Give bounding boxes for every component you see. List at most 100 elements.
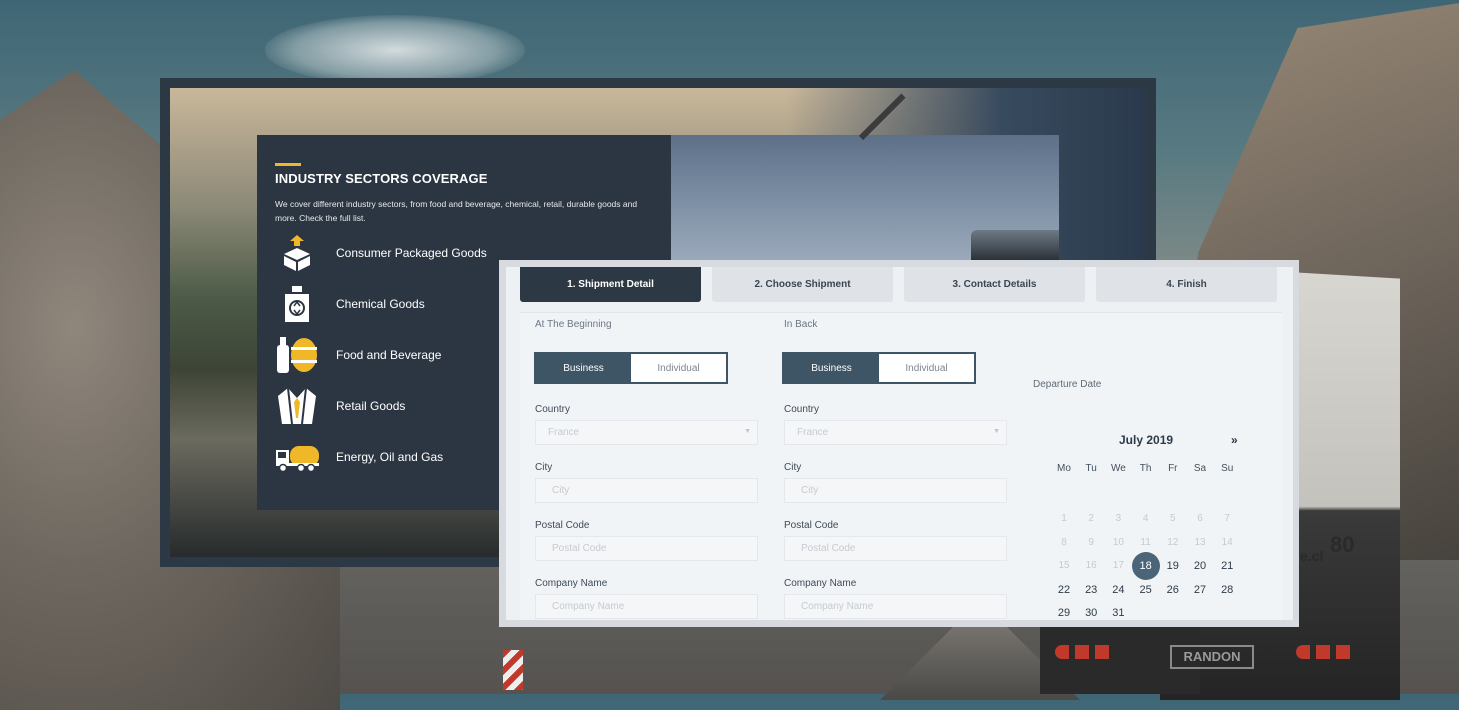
calendar-day[interactable]: 27 bbox=[1186, 580, 1214, 600]
calendar-weekday: Mo bbox=[1057, 463, 1071, 474]
shipment-form: 1. Shipment Detail 2. Choose Shipment 3.… bbox=[506, 267, 1293, 620]
calendar-day[interactable]: 23 bbox=[1077, 580, 1105, 600]
calendar-day[interactable]: 30 bbox=[1077, 603, 1105, 620]
origin-title: At The Beginning bbox=[535, 319, 612, 330]
calendar-day: 8 bbox=[1061, 536, 1067, 548]
truck-plate: RANDON bbox=[1170, 645, 1254, 669]
calendar-day: 11 bbox=[1140, 536, 1151, 548]
postal-code-label: Postal Code bbox=[784, 520, 839, 531]
calendar-weekday: Su bbox=[1221, 463, 1234, 474]
sector-item-food[interactable]: Food and Beverage bbox=[275, 335, 441, 375]
shirt-tie-icon bbox=[275, 386, 319, 426]
postal-code-label: Postal Code bbox=[535, 520, 590, 531]
chevron-down-icon: ▼ bbox=[993, 428, 1000, 435]
calendar-day[interactable]: 21 bbox=[1213, 556, 1241, 576]
business-option[interactable]: Business bbox=[784, 354, 879, 382]
country-value: France bbox=[797, 427, 829, 438]
sector-item-retail[interactable]: Retail Goods bbox=[275, 386, 405, 426]
company-name-label: Company Name bbox=[535, 578, 608, 589]
calendar-day: 12 bbox=[1167, 536, 1179, 548]
sector-item-chemical[interactable]: Chemical Goods bbox=[275, 284, 425, 324]
origin-company-input[interactable]: Company Name bbox=[535, 594, 758, 619]
city-label: City bbox=[784, 462, 802, 473]
tab-shipment-detail[interactable]: 1. Shipment Detail bbox=[520, 267, 701, 302]
calendar-day: 10 bbox=[1112, 536, 1124, 548]
sector-item-energy[interactable]: Energy, Oil and Gas bbox=[275, 437, 443, 477]
industry-description: We cover different industry sectors, fro… bbox=[275, 199, 638, 223]
truck-text: e.cl bbox=[1300, 548, 1324, 564]
country-label: Country bbox=[784, 404, 820, 415]
destination-title: In Back bbox=[784, 319, 818, 330]
origin-city-input[interactable]: City bbox=[535, 478, 758, 503]
calendar-day: 14 bbox=[1221, 536, 1233, 548]
calendar-weekday: Fr bbox=[1168, 463, 1178, 474]
chemical-bottle-icon bbox=[275, 284, 319, 324]
calendar-day: 4 bbox=[1142, 513, 1149, 524]
crane-photo bbox=[671, 93, 1059, 260]
destination-type-toggle: Business Individual bbox=[782, 352, 976, 384]
individual-option[interactable]: Individual bbox=[879, 354, 974, 382]
company-name-label: Company Name bbox=[784, 578, 857, 589]
individual-option[interactable]: Individual bbox=[631, 354, 726, 382]
calendar-day: 7 bbox=[1224, 513, 1230, 524]
sector-item-consumer[interactable]: Consumer Packaged Goods bbox=[275, 233, 487, 273]
package-icon bbox=[275, 233, 319, 273]
origin-type-toggle: Business Individual bbox=[534, 352, 728, 384]
calendar-day[interactable]: 26 bbox=[1159, 580, 1187, 600]
destination-city-input[interactable]: City bbox=[784, 478, 1007, 503]
origin-country-select[interactable]: France ▼ bbox=[535, 420, 758, 445]
calendar-day: 16 bbox=[1085, 560, 1097, 571]
truck-lights-left bbox=[1055, 645, 1115, 659]
sector-label: Consumer Packaged Goods bbox=[336, 246, 487, 260]
calendar-day[interactable]: 20 bbox=[1186, 556, 1214, 576]
crane-cab bbox=[971, 230, 1059, 260]
calendar-day[interactable]: 24 bbox=[1104, 580, 1132, 600]
calendar-day: 17 bbox=[1112, 560, 1124, 571]
destination-country-select[interactable]: France ▼ bbox=[784, 420, 1007, 445]
calendar-day: 3 bbox=[1115, 513, 1122, 524]
calendar-weekday: Sa bbox=[1193, 463, 1207, 474]
city-label: City bbox=[535, 462, 553, 473]
tab-choose-shipment[interactable]: 2. Choose Shipment bbox=[712, 267, 893, 302]
business-option[interactable]: Business bbox=[536, 354, 631, 382]
calendar-day[interactable]: 31 bbox=[1104, 603, 1132, 620]
calendar-weekday: Th bbox=[1139, 463, 1152, 474]
country-value: France bbox=[548, 427, 580, 438]
calendar-day: 5 bbox=[1170, 513, 1176, 524]
calendar-day: 15 bbox=[1058, 560, 1070, 571]
calendar-day-selected[interactable]: 18 bbox=[1131, 552, 1160, 580]
cloud bbox=[265, 15, 525, 85]
origin-postal-input[interactable]: Postal Code bbox=[535, 536, 758, 561]
tab-contact-details[interactable]: 3. Contact Details bbox=[904, 267, 1085, 302]
calendar-day[interactable]: 28 bbox=[1213, 580, 1241, 600]
accent-line bbox=[275, 163, 301, 166]
form-body: At The Beginning Business Individual Cou… bbox=[520, 312, 1282, 620]
calendar-day: 1 bbox=[1061, 513, 1067, 524]
calendar-day: 2 bbox=[1088, 513, 1094, 524]
calendar-day[interactable]: 22 bbox=[1050, 580, 1078, 600]
truck-number: 80 bbox=[1330, 532, 1355, 557]
sector-label: Energy, Oil and Gas bbox=[336, 450, 444, 464]
calendar-weekday: We bbox=[1110, 463, 1126, 474]
industry-title: INDUSTRY SECTORS COVERAGE bbox=[275, 171, 488, 186]
country-label: Country bbox=[535, 404, 571, 415]
calendar-day[interactable]: 29 bbox=[1050, 603, 1078, 620]
calendar-day: 13 bbox=[1194, 536, 1206, 548]
destination-company-input[interactable]: Company Name bbox=[784, 594, 1007, 619]
truck-lights-right bbox=[1296, 645, 1356, 659]
chevron-down-icon: ▼ bbox=[744, 428, 751, 435]
calendar-weekday: Tu bbox=[1085, 463, 1097, 474]
calendar-next-button[interactable]: » bbox=[1231, 433, 1238, 447]
calendar-day[interactable]: 25 bbox=[1132, 580, 1160, 600]
calendar-day: 9 bbox=[1088, 536, 1094, 548]
tab-finish[interactable]: 4. Finish bbox=[1096, 267, 1277, 302]
road-sign bbox=[503, 650, 523, 690]
calendar-day[interactable]: 19 bbox=[1159, 556, 1187, 576]
sector-label: Chemical Goods bbox=[336, 297, 425, 311]
sector-label: Food and Beverage bbox=[336, 348, 442, 362]
destination-postal-input[interactable]: Postal Code bbox=[784, 536, 1007, 561]
calendar-day: 6 bbox=[1197, 513, 1203, 524]
calendar-month: July 2019 bbox=[1119, 433, 1174, 447]
sector-label: Retail Goods bbox=[336, 399, 406, 413]
tanker-truck-icon bbox=[275, 437, 319, 477]
